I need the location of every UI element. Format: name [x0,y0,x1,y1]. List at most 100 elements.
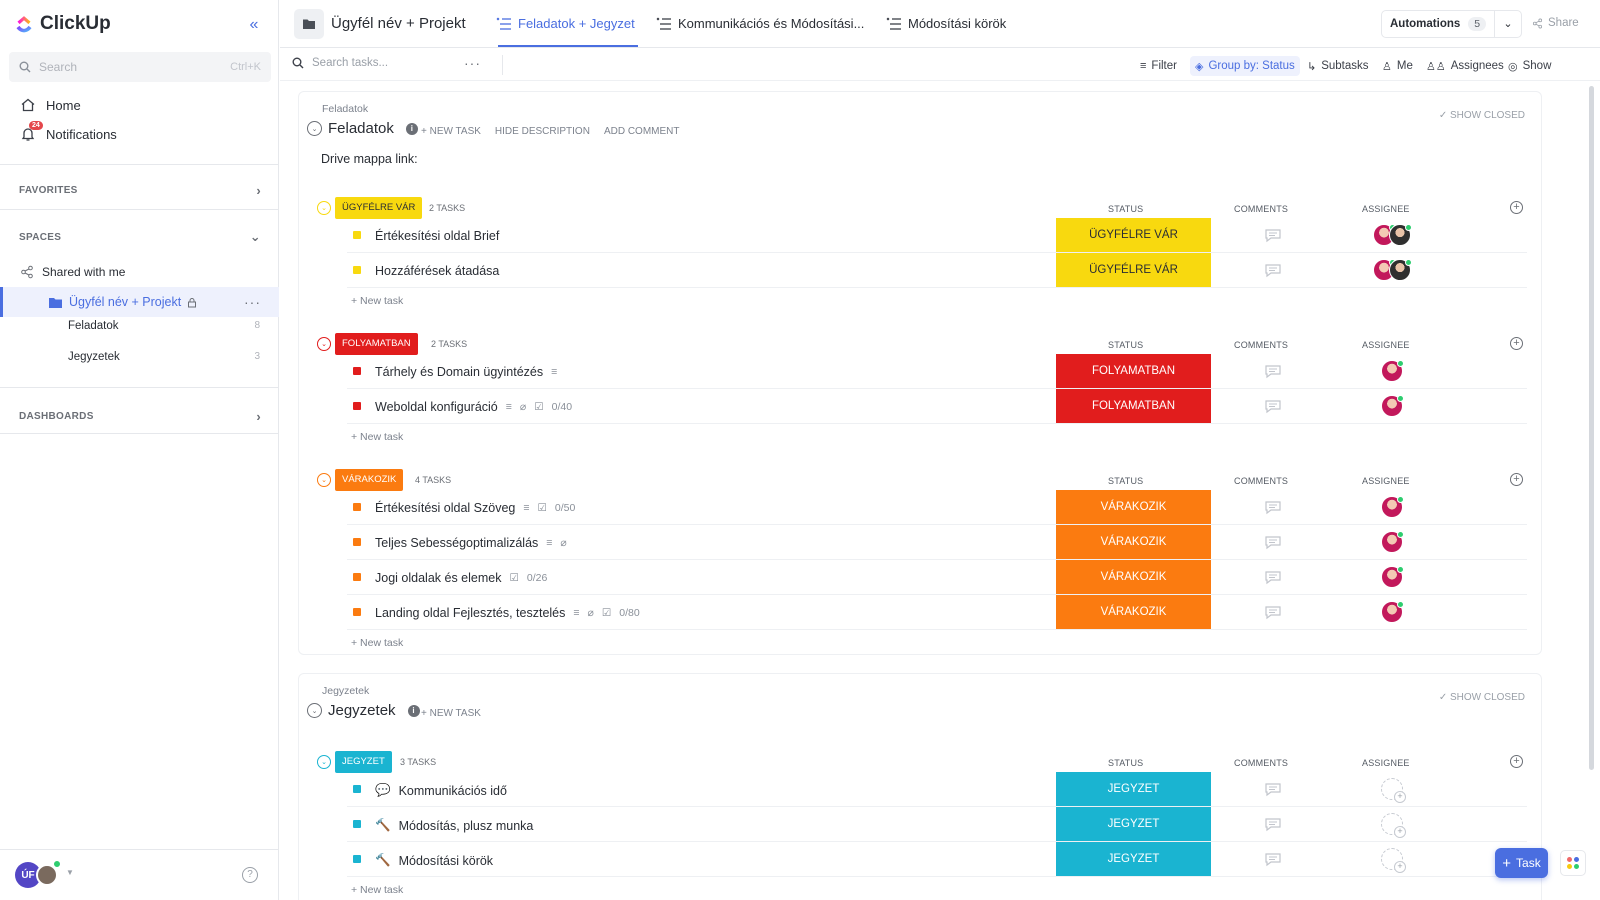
assignee-avatars[interactable] [1381,601,1404,623]
task-status-cell[interactable]: ÜGYFÉLRE VÁR [1056,218,1211,252]
task-row[interactable]: Landing oldal Fejlesztés, tesztelés ≡ ⌀ ☑ 0/… [347,595,1527,630]
task-status-cell[interactable]: FOLYAMATBAN [1056,389,1211,423]
tab-kommunikacios[interactable]: Kommunikációs és Módosítási... [656,16,864,31]
task-status-cell[interactable]: ÜGYFÉLRE VÁR [1056,253,1211,287]
automations-dropdown-icon[interactable]: ⌄ [1494,10,1522,38]
task-name[interactable]: 🔨 Módosítási körök [375,853,493,868]
add-comment-link[interactable]: ADD COMMENT [604,126,680,137]
assignee-avatars[interactable] [1381,813,1406,838]
assignee-avatars[interactable] [1381,395,1404,417]
task-row[interactable]: Értékesítési oldal Szöveg ≡ ☑ 0/50 VÁRAKOZI… [347,490,1527,525]
task-status-cell[interactable]: VÁRAKOZIK [1056,560,1211,594]
automations-button[interactable]: Automations 5 [1381,10,1495,38]
comment-icon[interactable] [1264,816,1282,832]
spaces-section[interactable]: SPACES ⌄ [19,229,261,245]
task-status-cell[interactable]: JEGYZET [1056,842,1211,876]
assignee-avatars[interactable] [1381,848,1406,873]
task-status-square[interactable] [353,785,361,793]
collapse-chevron-icon[interactable]: ⌄ [317,201,331,215]
comment-icon[interactable] [1264,262,1282,278]
sidebar-list-jegyzetek[interactable]: Jegyzetek 3 [68,351,260,363]
sidebar-folder-project[interactable]: Ügyfél név + Projekt ··· [0,287,279,317]
comment-icon[interactable] [1264,499,1282,515]
list-title-text[interactable]: Jegyzetek [328,702,396,719]
assignee-avatars[interactable] [1381,360,1404,382]
collapse-chevron-icon[interactable]: ⌄ [307,121,322,136]
task-status-cell[interactable]: VÁRAKOZIK [1056,490,1211,524]
filter-button[interactable]: ≡ Filter [1140,56,1177,76]
task-status-square[interactable] [353,231,361,239]
collapse-chevron-icon[interactable]: ⌄ [317,755,331,769]
assignee-avatars[interactable] [1381,531,1404,553]
task-name[interactable]: Értékesítési oldal Szöveg ≡ ☑ 0/50 [375,501,575,515]
add-column-icon[interactable]: + [1510,201,1523,214]
apps-grid-icon[interactable] [1560,850,1586,876]
task-name[interactable]: 🔨 Módosítás, plusz munka [375,818,533,833]
comment-icon[interactable] [1264,604,1282,620]
comment-icon[interactable] [1264,398,1282,414]
task-name[interactable]: Hozzáférések átadása [375,264,499,278]
task-status-square[interactable] [353,266,361,274]
task-status-cell[interactable]: VÁRAKOZIK [1056,595,1211,629]
task-search[interactable]: Search tasks... [292,57,388,69]
list-title-text[interactable]: Feladatok [328,120,394,137]
vertical-scrollbar[interactable] [1589,86,1594,770]
task-row[interactable]: Teljes Sebességoptimalizálás ≡ ⌀ VÁRAKOZIK [347,525,1527,560]
task-name[interactable]: Weboldal konfiguráció ≡ ⌀ ☑ 0/40 [375,400,572,414]
folder-more-icon[interactable]: ··· [244,294,261,310]
task-status-square[interactable] [353,402,361,410]
hide-description-link[interactable]: HIDE DESCRIPTION [495,126,590,137]
more-options-icon[interactable]: ··· [464,55,481,71]
comment-icon[interactable] [1264,227,1282,243]
task-row[interactable]: 🔨 Módosítási körök JEGYZET [347,842,1527,877]
favorites-section[interactable]: FAVORITES › [19,183,261,198]
assignee-avatars[interactable] [1381,566,1404,588]
task-name[interactable]: Tárhely és Domain ügyintézés ≡ [375,365,557,379]
task-status-square[interactable] [353,538,361,546]
task-row[interactable]: Weboldal konfiguráció ≡ ⌀ ☑ 0/40 FOLYAMATBAN [347,389,1527,424]
task-status-cell[interactable]: JEGYZET [1056,807,1211,841]
add-column-icon[interactable]: + [1510,337,1523,350]
new-task-link[interactable]: + New task [351,884,403,896]
status-pill[interactable]: ÜGYFÉLRE VÁR [335,197,423,219]
subtasks-button[interactable]: ↳ Subtasks [1307,56,1369,76]
assignee-avatars[interactable] [1373,224,1412,246]
task-status-square[interactable] [353,503,361,511]
task-name[interactable]: Értékesítési oldal Brief [375,229,499,243]
task-status-square[interactable] [353,820,361,828]
me-button[interactable]: ♙ Me [1382,56,1413,76]
task-status-cell[interactable]: VÁRAKOZIK [1056,525,1211,559]
show-closed-toggle[interactable]: ✓ SHOW CLOSED [1439,110,1525,121]
folder-button[interactable] [294,9,324,39]
task-status-square[interactable] [353,573,361,581]
project-title[interactable]: Ügyfél név + Projekt [331,15,466,32]
share-button[interactable]: Share [1532,17,1579,29]
task-row[interactable]: Tárhely és Domain ügyintézés ≡ FOLYAMATBA… [347,354,1527,389]
task-name[interactable]: 💬 Kommunikációs idő [375,783,507,798]
new-task-link[interactable]: + New task [351,431,403,443]
comment-icon[interactable] [1264,781,1282,797]
new-task-link[interactable]: + New task [351,295,403,307]
group-by-button[interactable]: ◈ Group by: Status [1190,56,1300,76]
brand-logo[interactable]: ClickUp [14,13,111,35]
task-status-square[interactable] [353,608,361,616]
list-description[interactable]: Drive mappa link: [321,152,418,166]
status-pill[interactable]: JEGYZET [335,751,392,773]
task-status-cell[interactable]: JEGYZET [1056,772,1211,806]
comment-icon[interactable] [1264,363,1282,379]
assignees-button[interactable]: ♙♙ Assignees [1426,56,1504,76]
task-status-square[interactable] [353,367,361,375]
tab-feladatok-jegyzet[interactable]: Feladatok + Jegyzet [496,16,635,31]
task-status-square[interactable] [353,855,361,863]
sidebar-list-feladatok[interactable]: Feladatok 8 [68,320,260,332]
nav-notifications[interactable]: 24 Notifications [20,121,117,142]
help-icon[interactable]: ? [242,867,258,883]
add-column-icon[interactable]: + [1510,755,1523,768]
task-row[interactable]: Hozzáférések átadása ÜGYFÉLRE VÁR [347,253,1527,288]
task-row[interactable]: 🔨 Módosítás, plusz munka JEGYZET [347,807,1527,842]
info-icon[interactable]: i [407,704,420,717]
caret-down-icon[interactable]: ▼ [66,868,74,877]
info-icon[interactable]: i [405,122,418,135]
assignee-avatars[interactable] [1381,496,1404,518]
collapse-sidebar-icon[interactable]: « [244,15,264,35]
